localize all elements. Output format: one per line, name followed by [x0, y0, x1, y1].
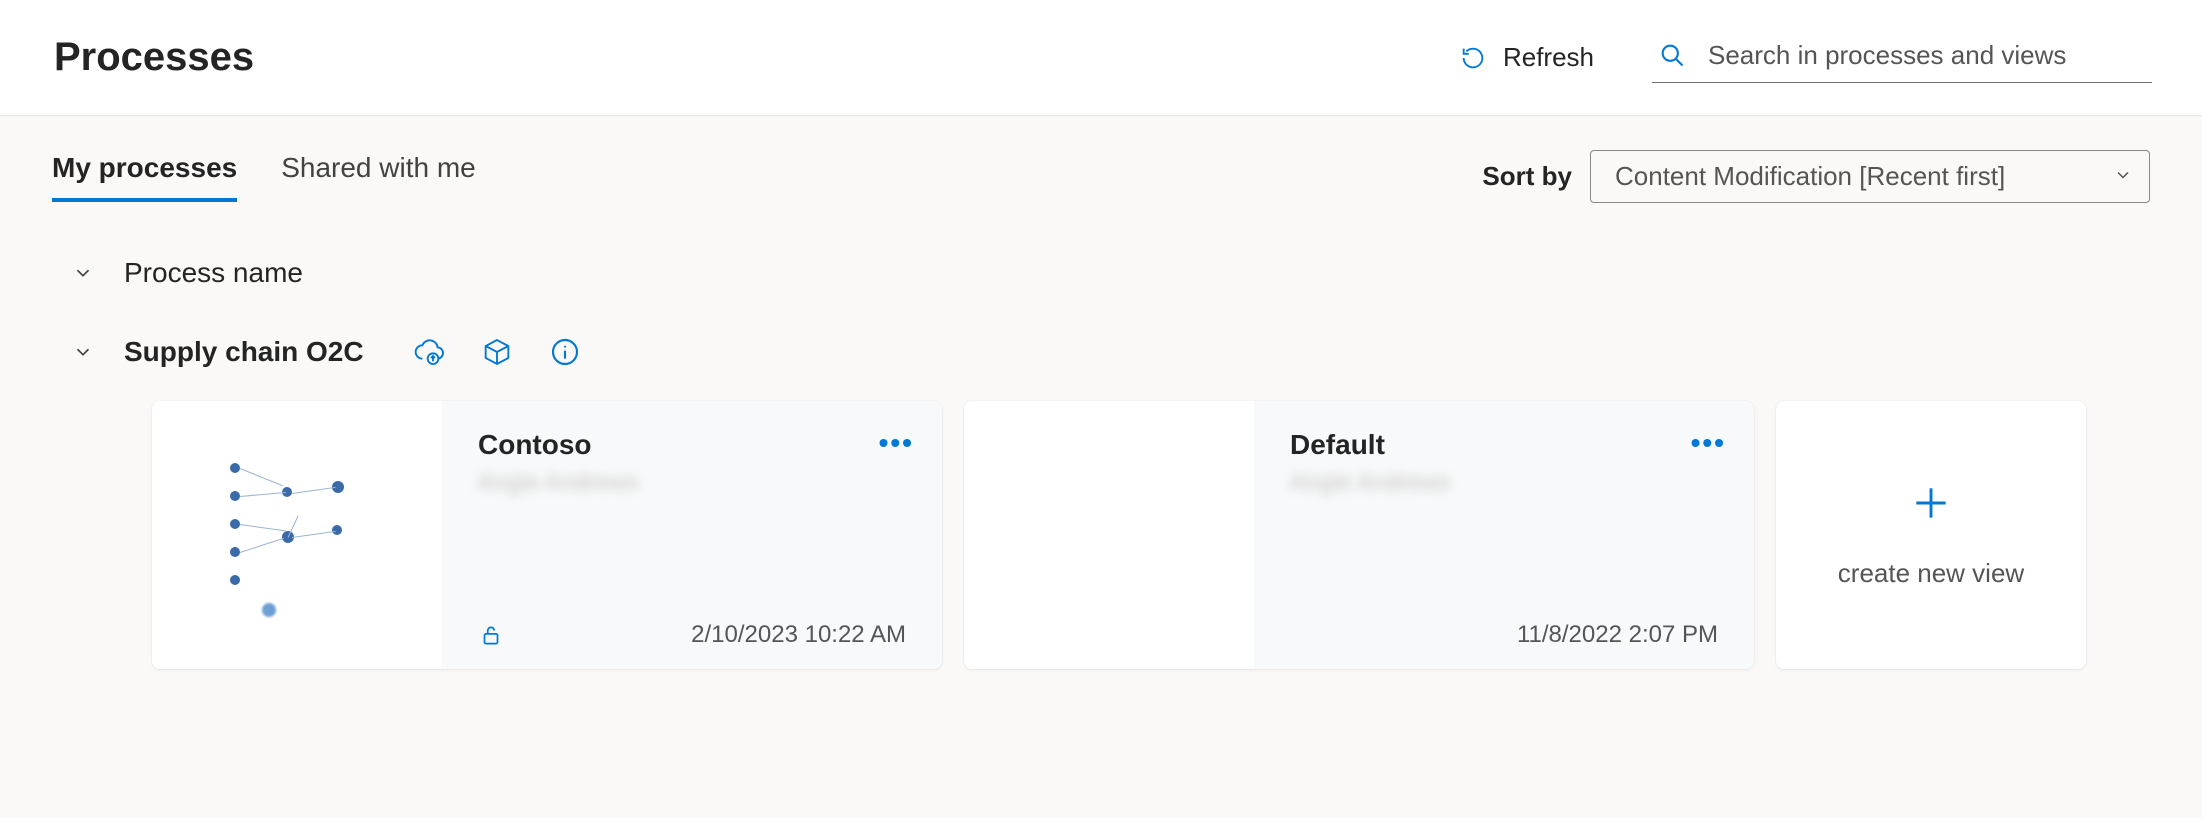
cloud-upload-icon[interactable]: [412, 335, 446, 369]
collapse-all-toggle[interactable]: [70, 260, 96, 286]
process-diagram-thumbnail: [192, 435, 402, 635]
plus-icon: [1909, 481, 1953, 530]
search-input[interactable]: [1706, 39, 2146, 72]
card-footer: 11/8/2022 2:07 PM: [1290, 621, 1718, 649]
process-collapse-toggle[interactable]: [70, 339, 96, 365]
lock-icon: [1290, 622, 1316, 648]
info-icon[interactable]: [548, 335, 582, 369]
tab-my-processes[interactable]: My processes: [52, 152, 237, 202]
header-actions: Refresh: [1451, 33, 2152, 83]
tab-shared-with-me[interactable]: Shared with me: [281, 152, 476, 202]
search-field[interactable]: [1652, 33, 2152, 83]
tabs: My processes Shared with me: [52, 152, 476, 202]
card-timestamp: 11/8/2022 2:07 PM: [1517, 621, 1718, 649]
package-icon[interactable]: [480, 335, 514, 369]
card-thumbnail: [964, 401, 1254, 669]
page-header: Processes Refresh: [0, 0, 2202, 116]
tabs-sort-row: My processes Shared with me Sort by Cont…: [52, 150, 2150, 203]
card-author: Angie Andrews: [1290, 469, 1718, 497]
cards-container: ••• Contoso Angie Andrews 2/10/2023 10:2…: [52, 401, 2150, 669]
column-header-row: Process name: [52, 243, 2150, 303]
sort-by-label: Sort by: [1482, 161, 1572, 192]
card-title: Default: [1290, 429, 1718, 461]
view-card[interactable]: ••• Default Angie Andrews 11/8/2022 2:07…: [964, 401, 1754, 669]
view-card[interactable]: ••• Contoso Angie Andrews 2/10/2023 10:2…: [152, 401, 942, 669]
chevron-down-icon: [2113, 161, 2133, 192]
lock-icon: [478, 622, 504, 648]
process-row-actions: [412, 335, 582, 369]
card-body: ••• Contoso Angie Andrews 2/10/2023 10:2…: [442, 401, 942, 669]
column-header-process-name: Process name: [124, 257, 303, 289]
sort-selected-value: Content Modification [Recent first]: [1615, 161, 2005, 192]
page-body: My processes Shared with me Sort by Cont…: [0, 116, 2202, 818]
create-new-view-button[interactable]: create new view: [1776, 401, 2086, 669]
card-footer: 2/10/2023 10:22 AM: [478, 621, 906, 649]
card-body: ••• Default Angie Andrews 11/8/2022 2:07…: [1254, 401, 1754, 669]
card-author: Angie Andrews: [478, 469, 906, 497]
card-timestamp: 2/10/2023 10:22 AM: [691, 621, 906, 649]
process-name-label: Supply chain O2C: [124, 336, 364, 368]
refresh-icon: [1459, 44, 1487, 72]
refresh-button[interactable]: Refresh: [1451, 36, 1602, 79]
search-icon: [1658, 41, 1686, 69]
card-menu-button[interactable]: •••: [879, 427, 914, 459]
sort-control: Sort by Content Modification [Recent fir…: [1482, 150, 2150, 203]
create-new-view-label: create new view: [1838, 558, 2024, 589]
card-menu-button[interactable]: •••: [1691, 427, 1726, 459]
process-group-row: Supply chain O2C: [52, 321, 2150, 383]
card-title: Contoso: [478, 429, 906, 461]
page-title: Processes: [54, 35, 254, 80]
sort-select[interactable]: Content Modification [Recent first]: [1590, 150, 2150, 203]
card-thumbnail: [152, 401, 442, 669]
refresh-label: Refresh: [1503, 42, 1594, 73]
